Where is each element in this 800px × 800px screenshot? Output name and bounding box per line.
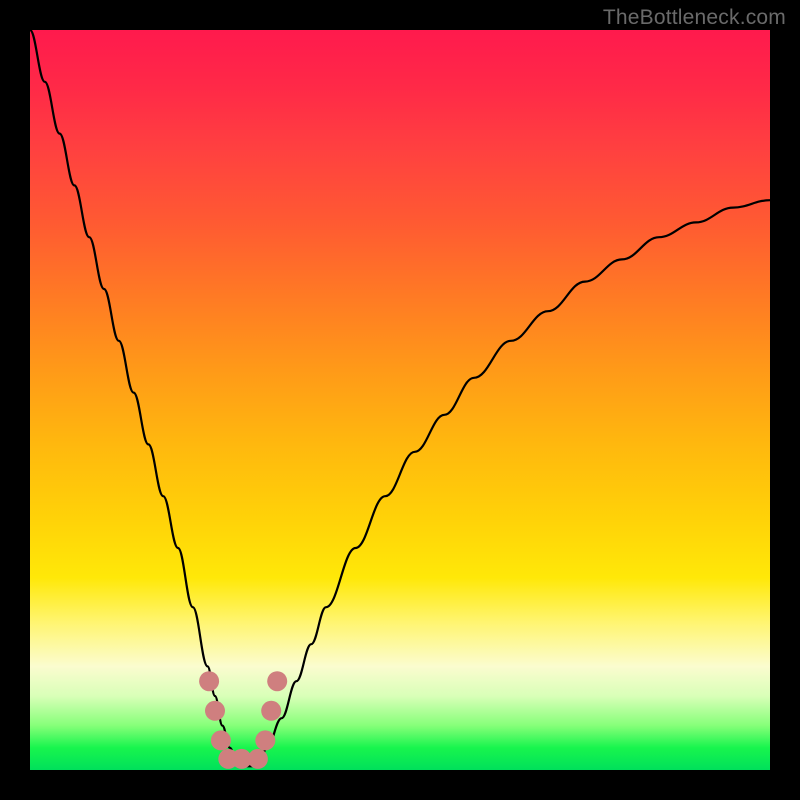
chart-frame: TheBottleneck.com xyxy=(0,0,800,800)
marker-dot xyxy=(267,671,287,691)
watermark-text: TheBottleneck.com xyxy=(603,6,786,30)
marker-dot xyxy=(255,730,275,750)
chart-svg xyxy=(30,30,770,770)
marker-dot xyxy=(248,749,268,769)
marker-dot xyxy=(199,671,219,691)
marker-dot xyxy=(261,701,281,721)
marker-dot xyxy=(205,701,225,721)
bottleneck-curve xyxy=(30,30,770,766)
near-equal-markers xyxy=(199,671,287,769)
marker-dot xyxy=(211,730,231,750)
